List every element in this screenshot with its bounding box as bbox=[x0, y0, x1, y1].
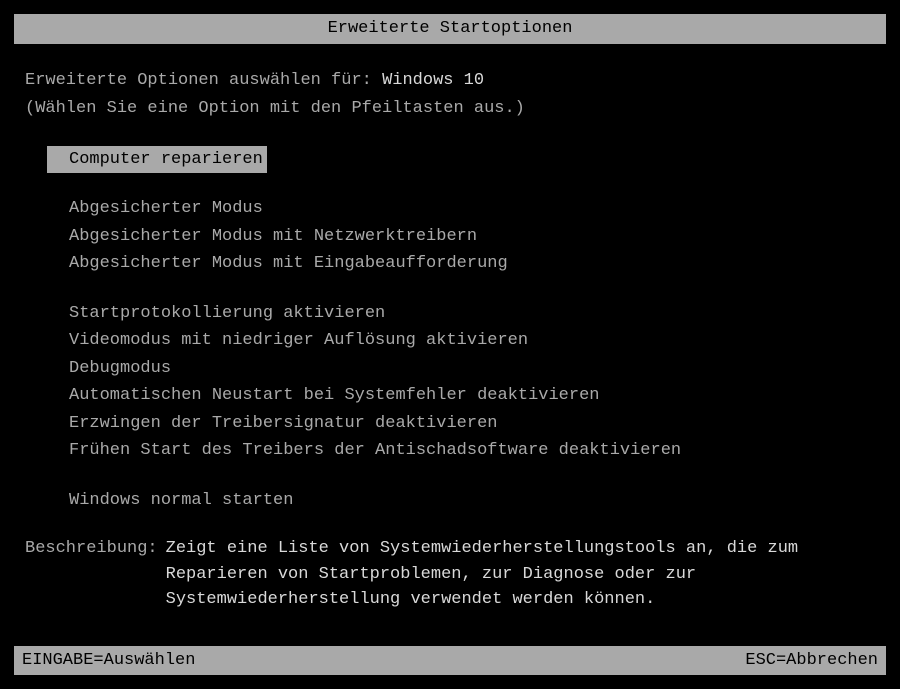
menu-item-low-res-video[interactable]: Videomodus mit niedriger Auflösung aktiv… bbox=[47, 327, 875, 355]
menu-item-start-normally[interactable]: Windows normal starten bbox=[47, 487, 875, 515]
menu-group-safe-mode: Abgesicherter Modus Abgesicherter Modus … bbox=[47, 195, 875, 278]
menu-group-repair: Computer reparieren bbox=[47, 146, 875, 174]
menu-item-disable-auto-restart[interactable]: Automatischen Neustart bei Systemfehler … bbox=[47, 382, 875, 410]
menu-item-safe-mode-command[interactable]: Abgesicherter Modus mit Eingabeaufforder… bbox=[47, 250, 875, 278]
os-name: Windows 10 bbox=[382, 71, 484, 90]
title-bar: Erweiterte Startoptionen bbox=[14, 14, 886, 44]
content-area: Erweiterte Optionen auswählen für: Windo… bbox=[0, 44, 900, 613]
menu-item-safe-mode[interactable]: Abgesicherter Modus bbox=[47, 195, 875, 223]
boot-menu: Computer reparieren Abgesicherter Modus … bbox=[25, 146, 875, 515]
menu-item-debug-mode[interactable]: Debugmodus bbox=[47, 355, 875, 383]
menu-item-disable-driver-sig[interactable]: Erzwingen der Treibersignatur deaktivier… bbox=[47, 410, 875, 438]
footer-esc-hint: ESC=Abbrechen bbox=[745, 648, 878, 674]
description-text: Zeigt eine Liste von Systemwiederherstel… bbox=[158, 536, 875, 613]
instruction-text: (Wählen Sie eine Option mit den Pfeiltas… bbox=[25, 96, 875, 122]
header-line: Erweiterte Optionen auswählen für: Windo… bbox=[25, 68, 875, 94]
menu-group-advanced: Startprotokollierung aktivieren Videomod… bbox=[47, 300, 875, 465]
menu-item-safe-mode-networking[interactable]: Abgesicherter Modus mit Netzwerktreibern bbox=[47, 223, 875, 251]
menu-item-boot-logging[interactable]: Startprotokollierung aktivieren bbox=[47, 300, 875, 328]
header-prefix: Erweiterte Optionen auswählen für: bbox=[25, 71, 372, 90]
description-label: Beschreibung: bbox=[25, 536, 158, 562]
menu-group-normal: Windows normal starten bbox=[47, 487, 875, 515]
footer-bar: EINGABE=Auswählen ESC=Abbrechen bbox=[14, 646, 886, 676]
description-area: Beschreibung: Zeigt eine Liste von Syste… bbox=[25, 536, 875, 613]
menu-item-disable-antimalware[interactable]: Frühen Start des Treibers der Antischads… bbox=[47, 437, 875, 465]
footer-enter-hint: EINGABE=Auswählen bbox=[22, 648, 195, 674]
menu-item-repair-computer[interactable]: Computer reparieren bbox=[47, 146, 267, 174]
